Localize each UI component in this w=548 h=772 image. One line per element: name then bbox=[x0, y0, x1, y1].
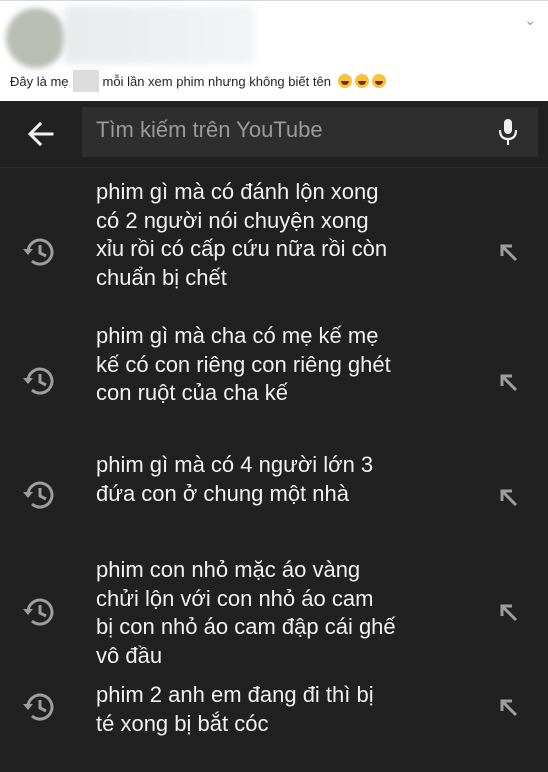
search-input[interactable]: Tìm kiếm trên YouTube bbox=[82, 107, 538, 157]
poster-name-blurred[interactable] bbox=[64, 6, 254, 64]
redacted-name bbox=[72, 70, 99, 92]
history-icon bbox=[23, 367, 54, 395]
microphone-icon[interactable] bbox=[496, 118, 520, 146]
caption-text-start: Đây là mẹ bbox=[10, 73, 69, 89]
suggestion-item[interactable]: phim con nhỏ mặc áo vàng chửi lộn với co… bbox=[0, 549, 548, 678]
suggestion-text: phim gì mà có 4 người lớn 3 đứa con ở ch… bbox=[96, 452, 374, 506]
suggestion-text: phim gì mà có đánh lộn xong có 2 người n… bbox=[96, 179, 388, 290]
fill-query-arrow-icon[interactable] bbox=[496, 370, 520, 394]
suggestion-list: phim gì mà có đánh lộn xong có 2 người n… bbox=[0, 168, 548, 772]
suggestion-text: phim gì mà cha có mẹ kế mẹ kế có con riê… bbox=[96, 323, 391, 405]
fill-query-arrow-icon[interactable] bbox=[496, 240, 520, 264]
laughing-emoji-icon bbox=[354, 74, 369, 88]
laughing-emoji-icon bbox=[337, 74, 352, 88]
fill-query-arrow-icon[interactable] bbox=[496, 600, 520, 624]
fill-query-arrow-icon[interactable] bbox=[496, 695, 520, 719]
suggestion-text: phim 2 anh em đang đi thì bị té xong bị … bbox=[96, 682, 374, 736]
suggestion-item[interactable]: phim gì mà cha có mẹ kế mẹ kế có con riê… bbox=[0, 320, 548, 448]
facebook-post-header: ⌄ Đây là mẹ mỗi lần xem phim nhưng không… bbox=[0, 0, 548, 101]
suggestion-item[interactable]: phim 2 anh em đang đi thì bị té xong bị … bbox=[0, 678, 548, 772]
chevron-down-icon[interactable]: ⌄ bbox=[524, 12, 536, 29]
divider bbox=[0, 0, 548, 1]
post-caption: Đây là mẹ mỗi lần xem phim nhưng không b… bbox=[10, 70, 386, 92]
search-placeholder: Tìm kiếm trên YouTube bbox=[96, 117, 323, 142]
youtube-search-screen: Tìm kiếm trên YouTube phim gì mà có đánh… bbox=[0, 101, 548, 772]
avatar-blurred[interactable] bbox=[6, 8, 66, 68]
suggestion-item[interactable]: phim gì mà có 4 người lớn 3 đứa con ở ch… bbox=[0, 448, 548, 549]
fill-query-arrow-icon[interactable] bbox=[496, 485, 520, 509]
back-arrow-icon[interactable] bbox=[26, 119, 56, 149]
caption-text-end: mỗi lần xem phim nhưng không biết tên bbox=[102, 73, 331, 89]
search-bar: Tìm kiếm trên YouTube bbox=[0, 101, 548, 167]
history-icon bbox=[23, 481, 54, 509]
suggestion-text: phim con nhỏ mặc áo vàng chửi lộn với co… bbox=[96, 557, 396, 668]
history-icon bbox=[23, 238, 54, 266]
history-icon bbox=[23, 598, 54, 626]
suggestion-item[interactable]: phim gì mà có đánh lộn xong có 2 người n… bbox=[0, 168, 548, 320]
history-icon bbox=[23, 693, 54, 721]
laughing-emoji-icon bbox=[371, 74, 386, 88]
